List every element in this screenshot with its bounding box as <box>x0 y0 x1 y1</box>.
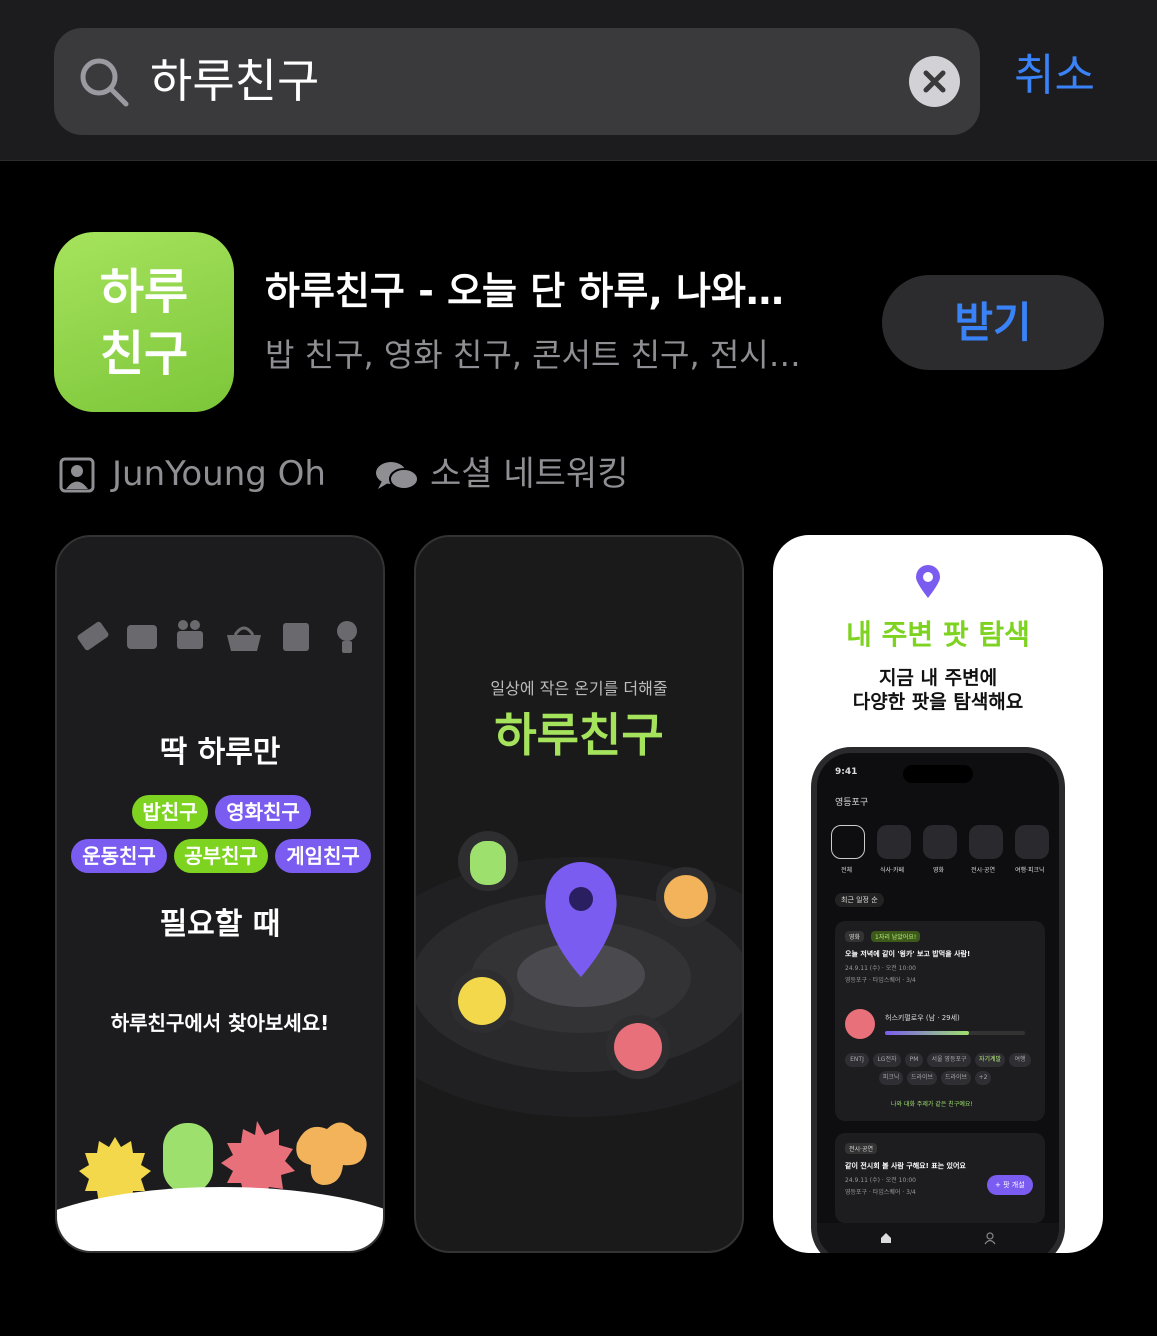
chip-2: LG전자 <box>873 1053 901 1067</box>
app-title[interactable]: 하루친구 - 오늘 단 하루, 나와… <box>265 265 825 317</box>
sort-dropdown: 최근 일정 순 <box>835 893 884 907</box>
user-name: 허스키펄로우 (남 · 29세) <box>885 1014 960 1022</box>
shot1-heading2: 필요할 때 <box>159 907 281 942</box>
chip-10: +2 <box>975 1071 991 1085</box>
pill-meal: 밥친구 <box>132 795 208 829</box>
get-button[interactable]: 받기 <box>882 275 1104 370</box>
developer-name: JunYoung Oh <box>112 454 326 494</box>
card1-badge: 1자리 남았어요! <box>871 931 921 942</box>
temperature-bar <box>885 1031 1025 1035</box>
app-icon-text-line1: 하루 <box>99 264 189 320</box>
clear-search-button[interactable] <box>909 56 960 107</box>
pill-game: 게임친구 <box>275 839 371 873</box>
category-name: 소셜 네트워킹 <box>430 454 629 494</box>
pod-card-1: 영화 1자리 남았어요! 오늘 저녁에 같이 '윙카' 보고 밥먹을 사람! 2… <box>835 921 1045 1121</box>
shot3-subtitle-line2: 다양한 팟을 탐색해요 <box>852 691 1024 713</box>
cat-show: 전시·공연 <box>971 867 995 874</box>
dynamic-island <box>903 765 973 783</box>
pill-study: 공부친구 <box>174 839 268 873</box>
card1-place: 영등포구 · 타임스퀘어 · 3/4 <box>845 977 916 984</box>
screenshot-1[interactable]: 딱 하루만 밥친구 영화친구 운동친구 공부친구 게임친구 필요할 때 하루친구… <box>55 535 385 1253</box>
cat-movie: 영화 <box>933 867 945 874</box>
chip-3: PM <box>905 1053 923 1067</box>
search-icon <box>80 58 129 107</box>
category-icons-row <box>77 620 357 653</box>
chip-6: 여행 <box>1009 1053 1031 1067</box>
pill-exercise: 운동친구 <box>71 839 167 873</box>
cat-food: 식사·카페 <box>880 867 904 874</box>
card1-tag: 영화 <box>845 931 865 942</box>
shot1-footer: 하루친구에서 찾아보세요! <box>110 1011 330 1035</box>
chip-5: 자기계발 <box>975 1053 1005 1067</box>
chat-bubbles-icon <box>376 462 419 490</box>
chip-4: 서울 영등포구 <box>927 1053 971 1067</box>
card1-footer: 나와 대화 주제가 같은 친구예요! <box>891 1101 973 1108</box>
tab-bar <box>817 1223 1059 1253</box>
app-icon[interactable]: 하루 친구 <box>54 232 234 412</box>
user-avatar <box>845 1009 875 1039</box>
card2-title: 같이 전시회 볼 사람 구해요! 표는 있어요 <box>845 1162 966 1170</box>
chip-1: ENTJ <box>845 1053 869 1067</box>
location-pin-icon <box>916 565 940 598</box>
home-icon <box>881 1233 891 1243</box>
card1-title: 오늘 저녁에 같이 '윙카' 보고 밥먹을 사람! <box>845 950 971 958</box>
chip-8: 드라이브 <box>907 1071 937 1085</box>
chip-9: 드라이브 <box>941 1071 971 1085</box>
card1-date: 24.9.11 (수) · 오전 10:00 <box>845 965 916 972</box>
shot2-tagline: 일상에 작은 온기를 더해줄 <box>490 679 668 698</box>
cat-all: 전체 <box>841 867 853 874</box>
shot1-heading1: 딱 하루만 <box>159 735 281 770</box>
card2-tag: 전시·공연 <box>845 1143 877 1154</box>
shot3-title: 내 주변 팟 탐색 <box>846 618 1030 651</box>
developer-icon <box>59 457 95 493</box>
app-icon-text-line2: 친구 <box>99 326 189 382</box>
create-pod-button: + 팟 개설 <box>987 1175 1033 1195</box>
search-field[interactable]: 하루친구 <box>54 28 980 135</box>
profile-icon <box>984 1232 996 1245</box>
cancel-button[interactable]: 취소 <box>1014 46 1095 106</box>
app-subtitle: 밥 친구, 영화 친구, 콘서트 친구, 전시… <box>265 336 801 374</box>
card2-place: 영등포구 · 타임스퀘어 · 3/4 <box>845 1189 916 1196</box>
close-icon <box>923 70 946 93</box>
pill-movie: 영화친구 <box>215 795 311 829</box>
search-header: 하루친구 취소 <box>0 0 1157 161</box>
phone-time: 9:41 <box>835 767 858 777</box>
screenshot-2[interactable]: 일상에 작은 온기를 더해줄 하루친구 <box>414 535 744 1253</box>
search-input[interactable]: 하루친구 <box>150 50 319 112</box>
screenshot-3[interactable]: 내 주변 팟 탐색 지금 내 주변에 다양한 팟을 탐색해요 9:41 영등포구… <box>773 535 1103 1253</box>
shot2-title: 하루친구 <box>494 708 664 762</box>
card2-date: 24.9.11 (수) · 오전 10:00 <box>845 1177 916 1184</box>
cat-trip: 여행·피크닉 <box>1015 867 1045 874</box>
characters-illustration <box>57 1121 383 1251</box>
phone-location: 영등포구 <box>835 798 869 808</box>
chip-7: 피크닉 <box>879 1071 903 1085</box>
shot3-subtitle-line1: 지금 내 주변에 <box>878 667 998 689</box>
map-radar-illustration <box>416 831 742 1117</box>
phone-mockup: 9:41 영등포구 전체 식사·카페 영화 전시·공연 여행·피크닉 최근 일정… <box>811 747 1065 1253</box>
